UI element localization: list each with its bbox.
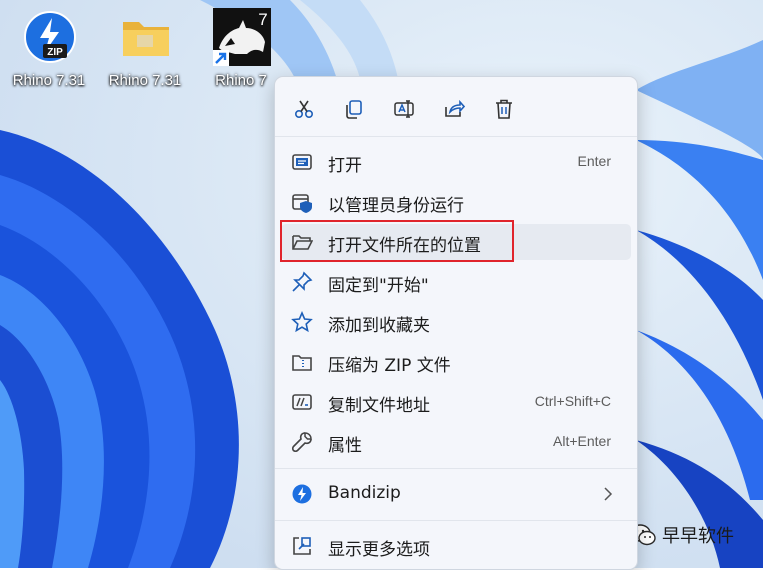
desktop-icon-zip[interactable]: ZIP Rhino 7.31 — [8, 6, 90, 96]
menu-item-bandizip[interactable]: Bandizip — [281, 476, 631, 512]
menu-item-pin-to-start[interactable]: 固定到"开始" — [281, 264, 631, 300]
menu-item-label: 固定到"开始" — [328, 276, 429, 296]
menu-item-properties[interactable]: 属性 Alt+Enter — [281, 424, 631, 460]
wrench-icon — [291, 432, 312, 453]
desktop-icon-folder[interactable]: Rhino 7.31 — [104, 6, 186, 96]
desktop-icon-label: Rhino 7.31 — [108, 72, 182, 89]
delete-button[interactable] — [486, 91, 522, 127]
menu-item-copy-path[interactable]: 复制文件地址 Ctrl+Shift+C — [281, 384, 631, 420]
highlight-annotation-box — [280, 220, 514, 262]
copy-button[interactable] — [336, 91, 372, 127]
share-icon — [445, 99, 465, 117]
watermark-text: 早早软件 — [662, 526, 734, 547]
menu-item-label: 显示更多选项 — [328, 540, 430, 560]
zip-archive-icon: ZIP — [24, 11, 76, 63]
cut-button[interactable] — [286, 91, 322, 127]
desktop-icon-rhino[interactable]: 7 Rhino 7 — [200, 6, 282, 96]
menu-item-label: Bandizip — [328, 483, 401, 503]
share-button[interactable] — [436, 91, 472, 127]
delete-icon — [496, 99, 512, 119]
context-menu: 打开 Enter 以管理员身份运行 打开文件所在的位置 固定到"开始" 添加到收… — [274, 76, 638, 570]
open-window-icon — [292, 154, 312, 170]
menu-item-label: 属性 — [328, 436, 362, 456]
version-badge: 7 — [258, 10, 267, 29]
zip-folder-icon — [292, 355, 312, 371]
menu-item-label: 添加到收藏夹 — [328, 316, 430, 336]
menu-separator — [275, 468, 637, 469]
menu-separator — [275, 520, 637, 521]
menu-separator — [275, 136, 637, 137]
bandizip-icon — [292, 484, 312, 504]
watermark: 早早软件 — [628, 518, 758, 552]
chevron-right-icon — [604, 487, 613, 501]
rhino-app-shortcut-icon: 7 — [213, 8, 271, 66]
star-icon — [291, 311, 313, 333]
rename-icon — [394, 100, 414, 118]
copy-icon — [346, 100, 362, 119]
menu-item-compress-zip[interactable]: 压缩为 ZIP 文件 — [281, 344, 631, 380]
quick-actions-bar — [275, 89, 637, 129]
menu-item-run-as-admin[interactable]: 以管理员身份运行 — [281, 184, 631, 220]
cut-icon — [294, 100, 314, 119]
copy-path-icon — [292, 394, 312, 410]
pin-icon — [292, 271, 313, 292]
menu-item-label: 复制文件地址 — [328, 396, 430, 416]
more-options-icon — [293, 537, 311, 555]
menu-item-shortcut: Alt+Enter — [553, 433, 611, 449]
menu-item-label: 以管理员身份运行 — [328, 196, 464, 216]
menu-item-shortcut: Enter — [577, 153, 611, 169]
desktop-icon-label: Rhino 7 — [215, 72, 267, 89]
folder-icon — [123, 22, 169, 56]
menu-item-open[interactable]: 打开 Enter — [281, 144, 631, 180]
admin-shield-icon — [292, 194, 312, 213]
svg-text:ZIP: ZIP — [47, 47, 63, 58]
menu-item-shortcut: Ctrl+Shift+C — [534, 393, 611, 409]
menu-item-label: 打开 — [328, 156, 362, 176]
desktop-icon-label: Rhino 7.31 — [12, 72, 86, 89]
rename-button[interactable] — [386, 91, 422, 127]
menu-item-label: 压缩为 ZIP 文件 — [328, 356, 451, 376]
menu-item-add-to-favorites[interactable]: 添加到收藏夹 — [281, 304, 631, 340]
menu-item-show-more-options[interactable]: 显示更多选项 — [281, 528, 631, 564]
